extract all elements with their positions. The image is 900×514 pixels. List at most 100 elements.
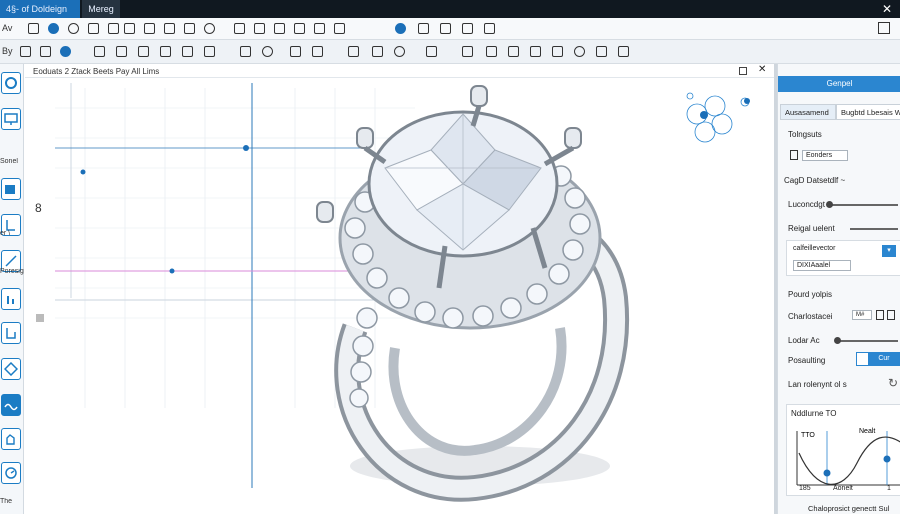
ruler-icon[interactable] xyxy=(484,23,495,34)
record-icon[interactable] xyxy=(262,46,273,57)
measure-icon[interactable] xyxy=(314,23,325,34)
pencil-icon[interactable] xyxy=(462,23,473,34)
lodar-slider[interactable] xyxy=(836,340,898,342)
shape-icon[interactable] xyxy=(144,23,155,34)
document-icon[interactable] xyxy=(28,23,39,34)
graph-point[interactable] xyxy=(823,469,831,477)
brush-mode-button[interactable] xyxy=(1,428,21,450)
transform-icon[interactable] xyxy=(274,23,285,34)
ring-mode-button[interactable] xyxy=(1,72,21,94)
chart-icon[interactable] xyxy=(182,46,193,57)
flower-icon xyxy=(686,92,750,143)
pos-toggle-on: Cur xyxy=(868,353,900,365)
pen-icon[interactable] xyxy=(418,23,429,34)
hand-icon xyxy=(6,434,15,445)
undo-icon[interactable] xyxy=(20,46,31,57)
stack-icon[interactable] xyxy=(204,46,215,57)
graph-x3: 1 xyxy=(887,485,891,492)
target-icon[interactable] xyxy=(60,46,71,57)
toolgroup-label: Tolngsuts xyxy=(788,130,822,139)
viewport-header: Eoduats 2 Ztack Beets Pay All Lims ✕ xyxy=(25,64,775,78)
cloud-icon[interactable] xyxy=(486,46,497,57)
folder-icon[interactable] xyxy=(508,46,519,57)
close-icon[interactable]: ✕ xyxy=(882,0,892,18)
history-mode-button[interactable] xyxy=(1,462,21,484)
layers-icon[interactable] xyxy=(440,23,451,34)
import-icon[interactable] xyxy=(312,46,323,57)
image-icon[interactable] xyxy=(164,23,175,34)
grid-icon[interactable] xyxy=(184,23,195,34)
curve-graph[interactable]: TTO Nealt xyxy=(787,423,900,493)
viewport-close-icon[interactable]: ✕ xyxy=(758,64,766,75)
graph-point[interactable] xyxy=(883,455,891,463)
circle-tool-icon[interactable] xyxy=(204,23,215,34)
panel-icon[interactable] xyxy=(348,46,359,57)
column-mode-button[interactable] xyxy=(1,322,21,344)
nodes-icon[interactable] xyxy=(160,46,171,57)
chevron-down-icon[interactable]: ▾ xyxy=(882,245,896,257)
text-icon[interactable] xyxy=(138,46,149,57)
ring-tool-icon[interactable] xyxy=(462,46,473,57)
char-option-icon[interactable] xyxy=(876,310,884,320)
table-icon[interactable] xyxy=(552,46,563,57)
left-tool-rail: Sonel er \ Poresign The xyxy=(0,64,24,514)
viewport-maximize-icon[interactable] xyxy=(739,67,747,75)
brush-icon[interactable] xyxy=(124,23,135,34)
diamond-mode-button[interactable] xyxy=(1,358,21,380)
tab-ausasamend[interactable]: Ausasamend xyxy=(780,104,836,120)
window-restore-icon[interactable] xyxy=(878,22,890,34)
app-tab[interactable]: 4§- of Doldeign xyxy=(0,0,80,18)
bar-tool-icon xyxy=(7,296,14,304)
snap-icon[interactable] xyxy=(394,46,405,57)
chat-icon[interactable] xyxy=(48,23,59,34)
char-box[interactable]: M# xyxy=(852,310,872,320)
lodar-knob[interactable] xyxy=(834,337,841,344)
row-reigal: Reigal uelent xyxy=(788,224,835,233)
tab-bugbtd[interactable]: Bugbtd Lbesais Wa xyxy=(836,104,900,120)
slider-knob[interactable] xyxy=(826,201,833,208)
design-canvas[interactable]: 8 xyxy=(25,78,775,514)
char-option-icon-2[interactable] xyxy=(887,310,895,320)
graph-panel: Nddlurne TO TTO Nealt 185 Aonelt 1 xyxy=(786,404,900,496)
clipboard-icon[interactable] xyxy=(234,23,245,34)
handle[interactable] xyxy=(36,314,44,322)
guide-point[interactable] xyxy=(243,145,249,151)
solid-mode-button[interactable] xyxy=(1,178,21,200)
frame-icon[interactable] xyxy=(426,46,437,57)
library-icon[interactable] xyxy=(530,46,541,57)
toolgroup-icon[interactable] xyxy=(790,150,798,160)
graph-label-b: Nealt xyxy=(859,428,875,435)
refresh-icon[interactable]: ↻ xyxy=(888,376,898,390)
mirror-icon[interactable] xyxy=(294,23,305,34)
fill-mode-button[interactable] xyxy=(1,394,21,416)
ring-model[interactable] xyxy=(316,85,630,502)
guide-point[interactable] xyxy=(80,169,86,175)
cut-icon[interactable] xyxy=(372,46,383,57)
settings-icon[interactable] xyxy=(395,23,406,34)
slider-track-2[interactable] xyxy=(850,228,898,230)
toolgroup-button[interactable]: Eonders xyxy=(802,150,848,161)
search-icon[interactable] xyxy=(574,46,585,57)
guide-point[interactable] xyxy=(169,268,175,274)
rotate-icon[interactable] xyxy=(108,23,119,34)
select-value[interactable]: DIXIAaalel xyxy=(793,260,851,271)
flask-icon[interactable] xyxy=(116,46,127,57)
design-viewport[interactable]: Eoduats 2 Ztack Beets Pay All Lims ✕ 8 xyxy=(25,64,775,514)
copy-icon[interactable] xyxy=(618,46,629,57)
monitor-mode-button[interactable] xyxy=(1,108,21,130)
layout-icon[interactable] xyxy=(88,23,99,34)
select-icon[interactable] xyxy=(254,23,265,34)
lock-icon[interactable] xyxy=(240,46,251,57)
panel-tabs: Ausasamend Bugbtd Lbesais Wa xyxy=(778,104,900,120)
camera-icon[interactable] xyxy=(68,23,79,34)
save-icon[interactable] xyxy=(40,46,51,57)
select-label: calfeillevector xyxy=(793,245,836,252)
align-icon[interactable] xyxy=(334,23,345,34)
secondary-tab[interactable]: Mereg xyxy=(82,0,120,18)
chart-mode-button[interactable] xyxy=(1,288,21,310)
export-icon[interactable] xyxy=(290,46,301,57)
bars-icon[interactable] xyxy=(94,46,105,57)
print-icon[interactable] xyxy=(596,46,607,57)
slider-track[interactable] xyxy=(830,204,898,206)
pos-toggle[interactable]: Cur xyxy=(856,352,900,366)
